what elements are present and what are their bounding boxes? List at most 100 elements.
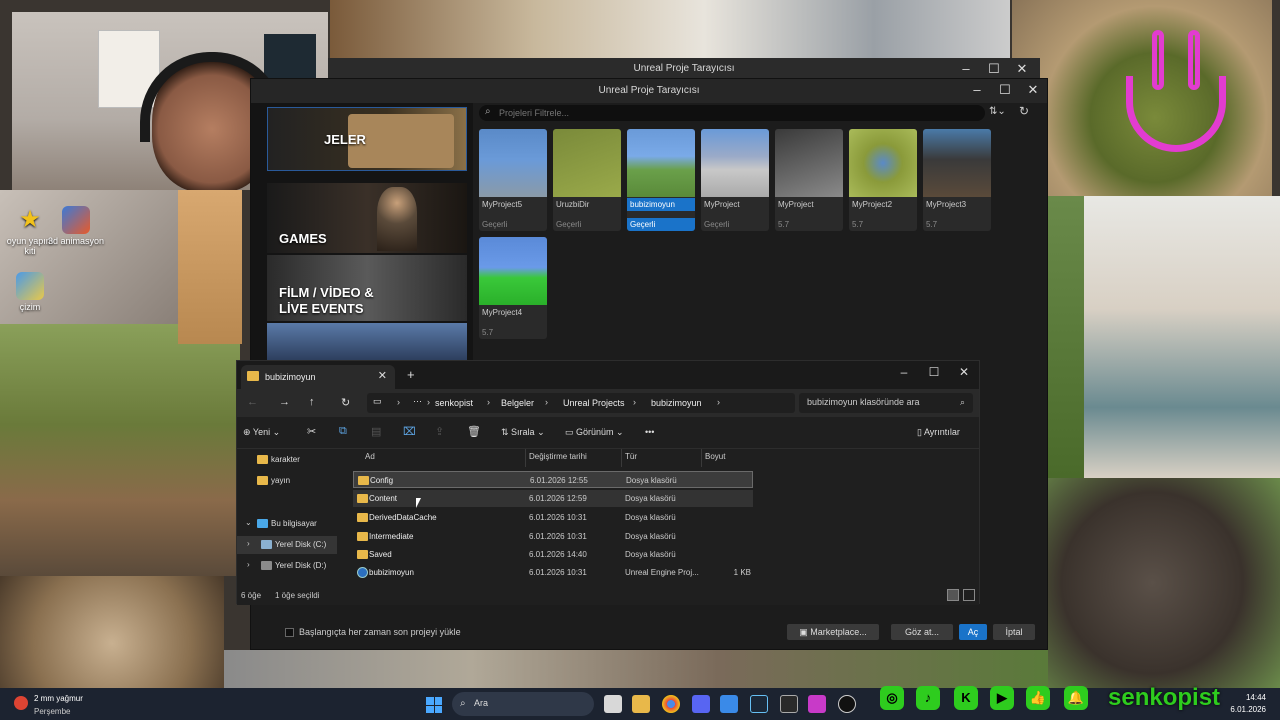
store-icon[interactable] (720, 695, 738, 713)
table-row[interactable]: bubizimoyun 6.01.2026 10:31 Unreal Engin… (353, 564, 753, 581)
copy-icon[interactable]: ⧉ (339, 425, 347, 438)
nav-label: karakter (271, 455, 300, 464)
table-row[interactable]: Content 6.01.2026 12:59 Dosya klasörü (353, 490, 753, 507)
nav-item-disk-d[interactable]: › Yerel Disk (D:) (237, 557, 337, 575)
desktop-icon-3d-animation[interactable]: 3d animasyon (46, 206, 106, 246)
close-tab-icon[interactable]: ✕ (378, 369, 387, 382)
tiles-view-icon[interactable] (963, 589, 975, 601)
forward-arrow-icon[interactable]: → (279, 396, 290, 408)
share-icon[interactable]: ⇪ (435, 425, 444, 438)
minimize-button[interactable]: – (963, 81, 991, 99)
search-input[interactable] (807, 397, 947, 407)
chrome-icon[interactable] (662, 695, 680, 713)
chevron-right-icon[interactable]: › (247, 539, 250, 548)
search-box[interactable]: ⌕ (799, 393, 973, 413)
category-film-video[interactable]: FİLM / VİDEO & LİVE EVENTS (267, 255, 467, 321)
column-divider[interactable] (525, 449, 526, 467)
nav-item-this-pc[interactable]: ⌄ Bu bilgisayar (237, 515, 337, 533)
taskbar-search[interactable]: ⌕ Ara (452, 692, 594, 716)
column-name[interactable]: Ad (365, 452, 375, 461)
project-status: 5.7 (852, 220, 864, 229)
project-tile[interactable]: bubizimoyun Geçerli (627, 129, 695, 231)
nav-item-karakter[interactable]: karakter (237, 451, 337, 469)
folder-icon (357, 494, 368, 503)
project-tile[interactable]: MyProject2 5.7 (849, 129, 917, 231)
open-button[interactable]: Aç (959, 624, 987, 640)
filter-input[interactable] (499, 106, 969, 120)
project-tile[interactable]: UruzbiDir Geçerli (553, 129, 621, 231)
task-view-icon[interactable] (604, 695, 622, 713)
discord-icon[interactable] (692, 695, 710, 713)
maximize-button[interactable]: ☐ (980, 60, 1008, 78)
project-tile[interactable]: MyProject5 Geçerli (479, 129, 547, 231)
file-explorer-icon[interactable] (632, 695, 650, 713)
delete-icon[interactable]: 🗑 (467, 425, 481, 438)
view-button[interactable]: ▭ Görünüm ⌄ (565, 427, 624, 438)
refresh-icon[interactable]: ↻ (341, 396, 350, 409)
project-tile[interactable]: MyProject Geçerli (701, 129, 769, 231)
category-games[interactable]: GAMES (267, 183, 467, 253)
start-button[interactable] (426, 697, 442, 713)
refresh-icon[interactable]: ↻ (1019, 104, 1029, 118)
column-date[interactable]: Değiştirme tarihi (529, 452, 587, 461)
column-divider[interactable] (621, 449, 622, 467)
table-row[interactable]: Saved 6.01.2026 14:40 Dosya klasörü (353, 546, 753, 563)
new-button[interactable]: ⊕ Yeni ⌄ (243, 427, 280, 438)
unreal-engine-icon[interactable] (838, 695, 856, 713)
project-tile[interactable]: MyProject4 5.7 (479, 237, 547, 339)
nav-item-yayin[interactable]: yayın (237, 472, 337, 490)
crumb-documents[interactable]: Belgeler (501, 398, 534, 408)
maximize-button[interactable]: ☐ (991, 81, 1019, 99)
marketplace-button[interactable]: ▣ Marketplace... (787, 624, 879, 640)
open-label: Aç (967, 627, 979, 637)
category-projects[interactable]: JELER (267, 107, 467, 171)
maximize-button[interactable]: ☐ (919, 363, 949, 381)
project-tile[interactable]: MyProject3 5.7 (923, 129, 991, 231)
chevron-down-icon[interactable]: ⌄ (245, 518, 252, 527)
crumb-unreal-projects[interactable]: Unreal Projects (563, 398, 625, 408)
table-row[interactable]: Intermediate 6.01.2026 10:31 Dosya klasö… (353, 528, 753, 545)
paste-icon[interactable]: ▤ (371, 425, 381, 438)
table-row[interactable]: Config 6.01.2026 12:55 Dosya klasörü (353, 471, 753, 488)
sort-button[interactable]: ⇅ Sırala ⌄ (501, 427, 545, 438)
desktop-icon-drawing[interactable]: çizim (0, 272, 60, 312)
app-icon[interactable] (808, 695, 826, 713)
folder-icon (358, 476, 369, 485)
category-architecture[interactable] (267, 323, 467, 363)
column-divider[interactable] (701, 449, 702, 467)
crumb-project[interactable]: bubizimoyun (651, 398, 702, 408)
rename-icon[interactable]: ⌧ (403, 425, 416, 438)
up-arrow-icon[interactable]: ↑ (309, 396, 315, 408)
cut-icon[interactable]: ✂ (307, 425, 316, 438)
column-type[interactable]: Tür (625, 452, 637, 461)
minimize-button[interactable]: – (952, 60, 980, 78)
nav-item-disk-c[interactable]: › Yerel Disk (C:) (237, 536, 337, 554)
project-filter[interactable]: ⌕ (479, 105, 985, 121)
table-row[interactable]: DerivedDataCache 6.01.2026 10:31 Dosya k… (353, 509, 753, 526)
project-name: MyProject2 (852, 200, 893, 209)
chevron-right-icon[interactable]: › (247, 560, 250, 569)
details-view-icon[interactable] (947, 589, 959, 601)
steam-icon[interactable] (750, 695, 768, 713)
more-crumbs[interactable]: ··· (413, 396, 422, 406)
view-icon: ▭ (565, 427, 577, 437)
minimize-button[interactable]: – (889, 363, 919, 381)
sort-dropdown[interactable]: ⇅⌄ (989, 106, 1006, 117)
back-arrow-icon[interactable]: ← (247, 396, 258, 408)
new-tab-button[interactable]: + (407, 367, 415, 382)
more-options-button[interactable]: ••• (645, 427, 654, 437)
browse-button[interactable]: Göz at... (891, 624, 953, 640)
close-button[interactable]: ✕ (1008, 60, 1036, 78)
close-button[interactable]: ✕ (949, 363, 979, 381)
blender-icon (62, 206, 90, 234)
close-button[interactable]: ✕ (1019, 81, 1047, 99)
details-pane-button[interactable]: ▯ Ayrıntılar (917, 427, 960, 438)
startup-checkbox[interactable] (285, 628, 294, 637)
column-size[interactable]: Boyut (705, 452, 725, 461)
crumb-user[interactable]: senkopist (435, 398, 473, 408)
breadcrumb[interactable]: ▭ › ··· › senkopist › Belgeler › Unreal … (367, 393, 795, 413)
explorer-tab[interactable]: bubizimoyun ✕ (241, 365, 395, 389)
project-tile[interactable]: MyProject 5.7 (775, 129, 843, 231)
cancel-button[interactable]: İptal (993, 624, 1035, 640)
epic-games-icon[interactable] (780, 695, 798, 713)
